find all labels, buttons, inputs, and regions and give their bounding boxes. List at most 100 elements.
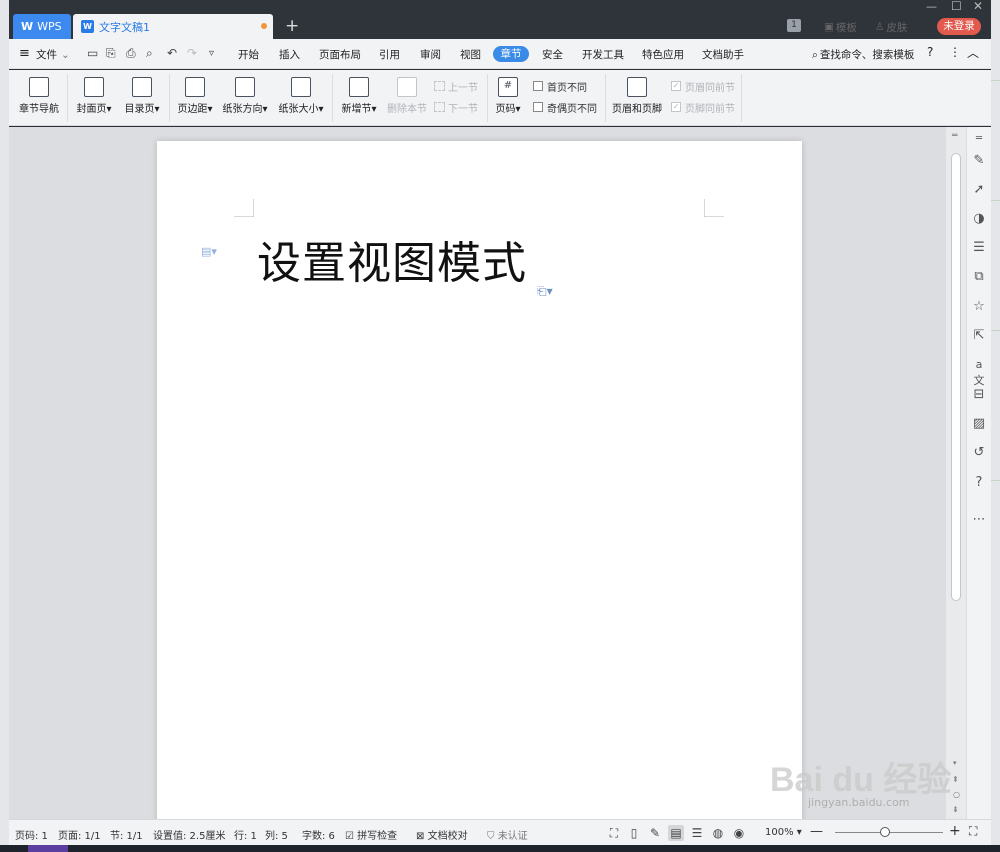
zoom-slider-knob[interactable] bbox=[880, 827, 890, 837]
paragraph-style-icon[interactable]: ▤▾ bbox=[201, 245, 217, 258]
page-number-button[interactable]: # 页码▾ bbox=[491, 70, 525, 126]
menu-item-developer[interactable]: 开发工具 bbox=[582, 47, 624, 62]
menu-item-references[interactable]: 引用 bbox=[379, 47, 400, 62]
more-icon[interactable]: ⋯ bbox=[971, 512, 987, 528]
prev-section-button[interactable]: 上一节 bbox=[434, 79, 478, 94]
zoom-in-icon[interactable]: + bbox=[949, 823, 961, 839]
menu-item-section[interactable]: 章节 bbox=[493, 46, 529, 62]
tab-document[interactable]: W 文字文稿1 bbox=[73, 14, 273, 39]
status-pages[interactable]: 页面: 1/1 bbox=[58, 827, 101, 842]
more-options-icon[interactable]: ⋮ bbox=[949, 45, 961, 59]
menu-item-start[interactable]: 开始 bbox=[238, 47, 259, 62]
scroll-down-icon[interactable]: ▾ bbox=[953, 759, 957, 767]
menu-item-page-layout[interactable]: 页面布局 bbox=[319, 47, 361, 62]
new-section-button[interactable]: 新增节▾ bbox=[337, 70, 381, 126]
star-icon[interactable]: ☆ bbox=[971, 299, 987, 315]
brush-icon[interactable]: ✎ bbox=[971, 153, 987, 169]
skin-button[interactable]: ♙ 皮肤 bbox=[875, 18, 907, 36]
doc-proof-button[interactable]: ⊠ 文档校对 bbox=[416, 827, 468, 842]
margins-button[interactable]: 页边距▾ bbox=[173, 70, 217, 126]
help-icon[interactable]: ? bbox=[927, 45, 933, 59]
status-page-code[interactable]: 页码: 1 bbox=[15, 827, 48, 842]
outline-view-icon[interactable]: ☰ bbox=[689, 825, 705, 841]
menu-item-special[interactable]: 特色应用 bbox=[642, 47, 684, 62]
status-char-count[interactable]: 字数: 6 bbox=[302, 827, 335, 842]
customize-toolbar-icon[interactable]: ▿ bbox=[209, 47, 214, 60]
select-browse-icon[interactable]: ○ bbox=[953, 790, 960, 799]
settings-sliders-icon[interactable]: ☰ bbox=[971, 240, 987, 256]
vertical-scrollbar[interactable]: ═ ▾ ⇞ ○ ⇟ bbox=[946, 127, 966, 819]
cover-page-button[interactable]: 封面页▾ bbox=[71, 70, 117, 126]
export-pdf-icon[interactable]: ⎘ bbox=[106, 47, 116, 60]
document-page[interactable]: ▤▾ 设置视图模式 ⎗▾ bbox=[157, 141, 802, 831]
redo-icon[interactable]: ↷ bbox=[187, 47, 197, 60]
delete-section-button[interactable]: 删除本节 bbox=[385, 70, 429, 126]
footer-same-prev-checkbox[interactable]: ✓ 页脚同前节 bbox=[671, 100, 735, 115]
command-search[interactable]: ⌕ 查找命令、搜索模板 bbox=[812, 47, 914, 62]
document-heading[interactable]: 设置视图模式 bbox=[257, 227, 527, 291]
menu-item-security[interactable]: 安全 bbox=[542, 47, 563, 62]
toc-page-button[interactable]: 目录页▾ bbox=[119, 70, 165, 126]
next-page-icon[interactable]: ⇟ bbox=[952, 805, 959, 814]
menu-item-doc-assistant[interactable]: 文档助手 bbox=[702, 47, 744, 62]
print-icon[interactable]: ⎙ bbox=[126, 47, 136, 60]
zoom-out-icon[interactable]: — bbox=[810, 824, 823, 839]
ribbon-divider bbox=[741, 74, 742, 122]
fit-page-icon[interactable]: ⛶ bbox=[969, 824, 977, 839]
archive-icon[interactable]: ⊟ bbox=[971, 387, 987, 403]
new-tab-plus-icon[interactable]: + bbox=[285, 15, 299, 37]
history-icon[interactable]: ↺ bbox=[971, 445, 987, 461]
page-view-icon[interactable]: ▤ bbox=[668, 825, 684, 841]
write-mode-icon[interactable]: ✎ bbox=[647, 825, 663, 841]
maximize-window-icon[interactable]: ☐ bbox=[951, 0, 962, 13]
minimize-window-icon[interactable]: — bbox=[926, 0, 937, 13]
picture-icon[interactable]: ▨ bbox=[971, 416, 987, 432]
share-icon[interactable]: ⇱ bbox=[971, 328, 987, 344]
zoom-dropdown[interactable]: 100% ▾ bbox=[765, 827, 802, 838]
read-mode-icon[interactable]: ▯ bbox=[626, 825, 642, 841]
hamburger-menu-icon[interactable]: ≡ bbox=[19, 46, 30, 61]
close-window-icon[interactable]: ✕ bbox=[973, 0, 983, 13]
taskbar-app-icon[interactable] bbox=[28, 845, 68, 852]
auth-status[interactable]: ⛉ 未认证 bbox=[487, 827, 528, 842]
chapter-nav-button[interactable]: 章节导航 bbox=[15, 70, 63, 126]
undo-icon[interactable]: ↶ bbox=[167, 47, 177, 60]
fullscreen-icon[interactable]: ⛶ bbox=[606, 825, 622, 841]
help-circle-icon[interactable]: ? bbox=[971, 475, 987, 491]
translate-icon[interactable]: a文 bbox=[971, 357, 987, 387]
next-section-button[interactable]: 下一节 bbox=[434, 100, 478, 115]
menu-item-view[interactable]: 视图 bbox=[460, 47, 481, 62]
collapse-ribbon-icon[interactable]: ︿ bbox=[967, 44, 979, 61]
save-icon[interactable]: ▭ bbox=[87, 47, 98, 60]
status-setting[interactable]: 设置值: 2.5厘米 bbox=[153, 827, 225, 842]
template-button[interactable]: ▣ 模板 bbox=[824, 18, 857, 36]
odd-even-diff-checkbox[interactable]: 奇偶页不同 bbox=[533, 100, 597, 115]
menu-item-review[interactable]: 审阅 bbox=[420, 47, 441, 62]
paste-options-icon[interactable]: ⎗▾ bbox=[537, 284, 553, 299]
login-button[interactable]: 未登录 bbox=[937, 18, 981, 35]
scrollbar-thumb[interactable] bbox=[951, 153, 961, 601]
header-same-prev-checkbox[interactable]: ✓ 页眉同前节 bbox=[671, 79, 735, 94]
cursor-icon[interactable]: ➚ bbox=[971, 182, 987, 198]
header-footer-button[interactable]: 页眉和页脚 bbox=[609, 70, 665, 126]
eye-protection-icon[interactable]: ◉ bbox=[731, 825, 747, 841]
first-page-diff-checkbox[interactable]: 首页不同 bbox=[533, 79, 587, 94]
prev-page-icon[interactable]: ⇞ bbox=[952, 775, 959, 784]
print-preview-icon[interactable]: ⌕ bbox=[146, 47, 153, 60]
ribbon-divider bbox=[67, 74, 68, 122]
tab-wps[interactable]: W WPS bbox=[13, 14, 71, 39]
web-view-icon[interactable]: ◍ bbox=[710, 825, 726, 841]
orientation-button[interactable]: 纸张方向▾ bbox=[219, 70, 271, 126]
shapes-icon[interactable]: ◑ bbox=[971, 211, 987, 227]
status-row[interactable]: 行: 1 bbox=[234, 827, 257, 842]
spell-check-button[interactable]: ☑ 拼写检查 bbox=[345, 827, 397, 842]
pane-collapse-icon[interactable]: ═ bbox=[971, 131, 987, 147]
paper-size-button[interactable]: 纸张大小▾ bbox=[275, 70, 327, 126]
notification-badge[interactable]: 1 bbox=[787, 19, 801, 32]
status-col[interactable]: 列: 5 bbox=[265, 827, 288, 842]
status-section[interactable]: 节: 1/1 bbox=[110, 827, 143, 842]
image-gallery-icon[interactable]: ⧉ bbox=[971, 269, 987, 285]
menu-item-insert[interactable]: 插入 bbox=[279, 47, 300, 62]
file-menu[interactable]: 文件 ⌄ bbox=[36, 47, 70, 62]
collapse-icon[interactable]: ═ bbox=[952, 131, 957, 141]
